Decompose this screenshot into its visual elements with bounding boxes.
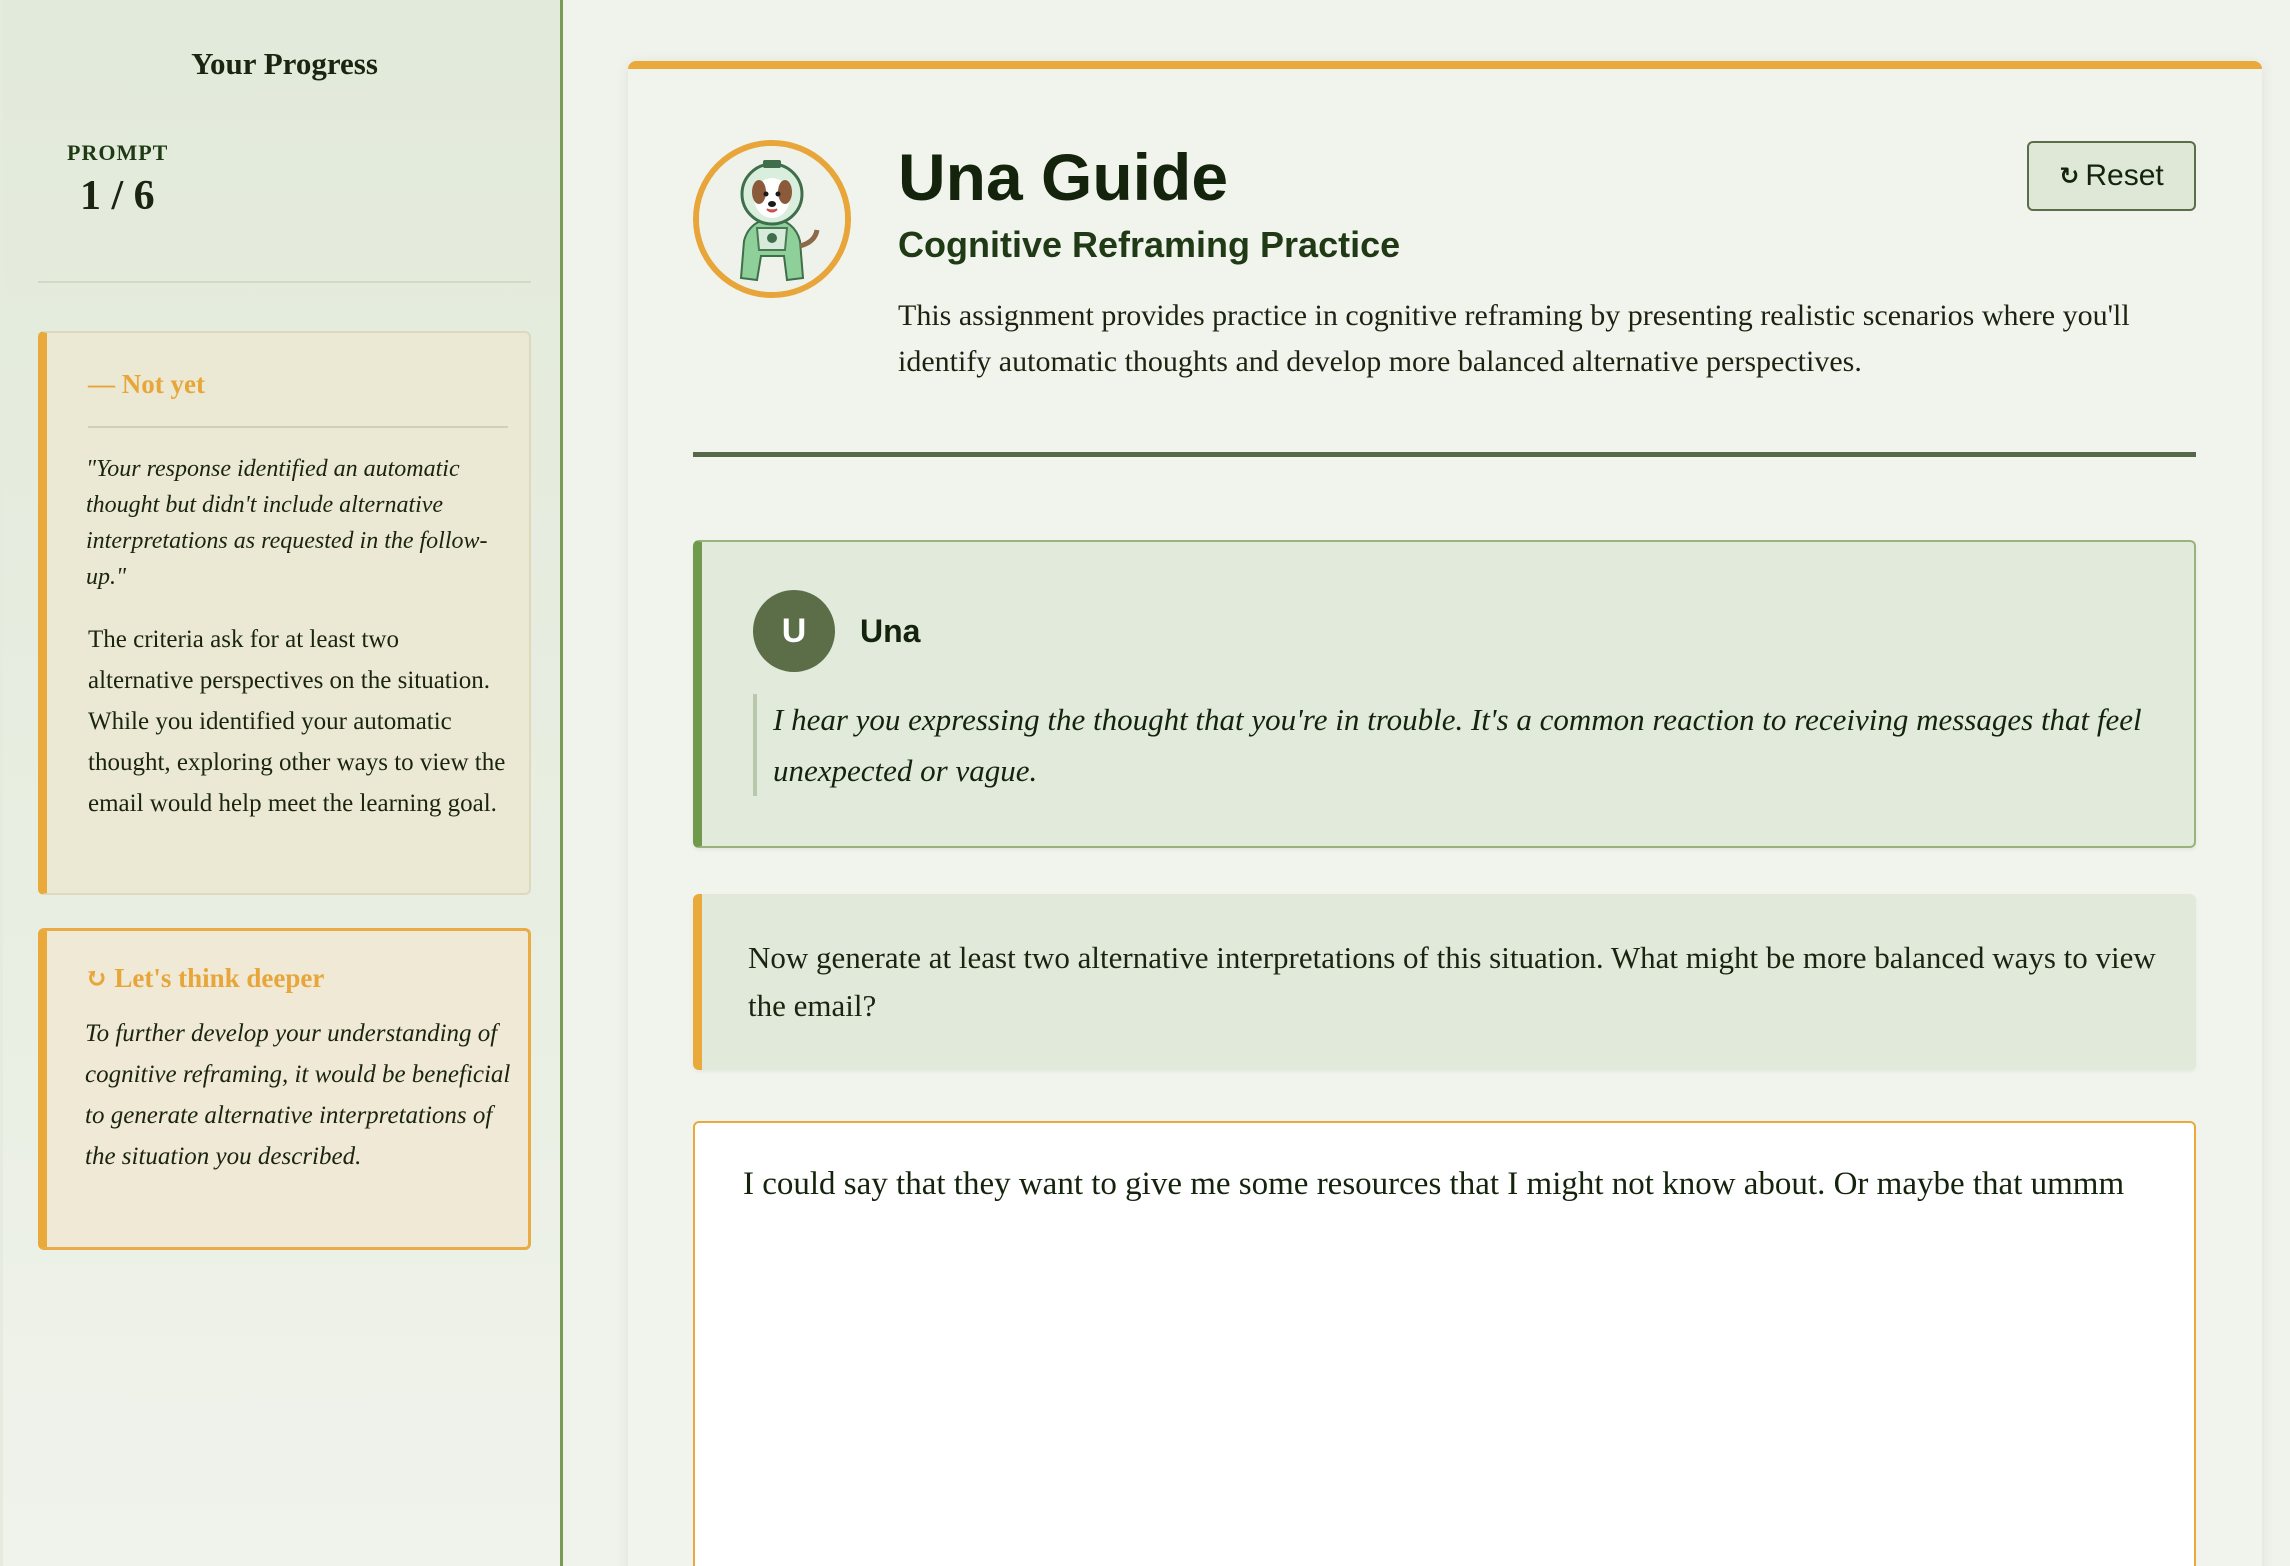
prompt-label: PROMPT xyxy=(67,140,169,165)
feedback-body: The criteria ask for at least two altern… xyxy=(88,626,506,817)
feedback-divider xyxy=(88,426,508,428)
message-avatar: U xyxy=(753,590,835,672)
feedback-quote: "Your response identified an automatic t… xyxy=(86,456,488,590)
astronaut-dog-icon xyxy=(693,140,851,298)
header-divider xyxy=(693,452,2196,457)
assignment-card: Una Guide Cognitive Reframing Practice T… xyxy=(628,61,2262,1566)
refresh-icon: ↻ xyxy=(2059,162,2080,190)
guide-message-card: U Una I hear you expressing the thought … xyxy=(693,540,2196,848)
sidebar-divider xyxy=(38,281,531,283)
message-text: I hear you expressing the thought that y… xyxy=(753,694,2173,796)
reset-label: Reset xyxy=(2085,159,2164,192)
follow-up-prompt-text: Now generate at least two alternative in… xyxy=(748,940,2156,1023)
think-deeper-card: ↻ Let's think deeper To further develop … xyxy=(38,928,531,1250)
feedback-card: — Not yet "Your response identified an a… xyxy=(38,331,531,895)
message-author: Una xyxy=(860,613,921,649)
reset-button[interactable]: ↻ Reset xyxy=(2027,141,2196,211)
think-deeper-title: ↻ Let's think deeper xyxy=(85,963,325,993)
app-title: Una Guide xyxy=(898,140,1229,214)
follow-up-prompt-card: Now generate at least two alternative in… xyxy=(693,894,2196,1070)
app-subtitle: Cognitive Reframing Practice xyxy=(898,224,1401,265)
sidebar-title: Your Progress xyxy=(191,46,378,81)
response-input[interactable]: I could say that they want to give me so… xyxy=(693,1121,2196,1566)
feedback-status: — Not yet xyxy=(88,369,205,399)
prompt-counter: 1 / 6 xyxy=(80,173,155,219)
assignment-description: This assignment provides practice in cog… xyxy=(898,299,2130,378)
think-deeper-body: To further develop your understanding of… xyxy=(85,1020,511,1170)
progress-sidebar: Your Progress PROMPT 1 / 6 — Not yet "Yo… xyxy=(0,0,563,1566)
